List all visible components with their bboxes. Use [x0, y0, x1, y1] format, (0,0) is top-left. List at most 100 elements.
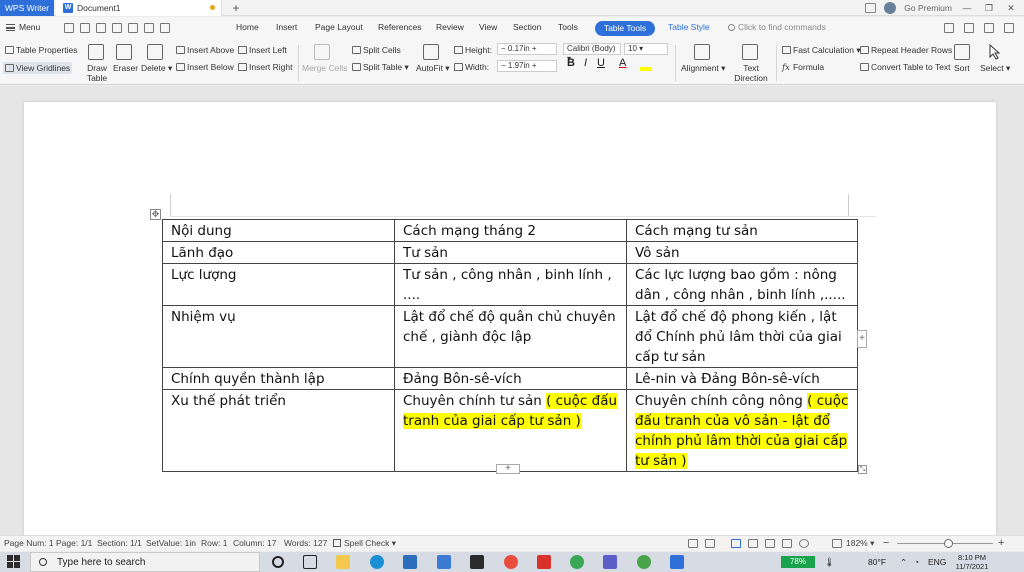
taskbar-search-input[interactable]: Type here to search	[30, 552, 260, 572]
network-icon[interactable]: ◔	[914, 552, 919, 572]
print-icon[interactable]	[112, 23, 122, 33]
clock[interactable]: 8:10 PM 11/7/2021	[949, 553, 995, 571]
height-stepper[interactable]: − 0.17in +	[497, 43, 557, 55]
cloud-icon[interactable]	[944, 23, 954, 33]
go-premium-button[interactable]: Go Premium	[904, 3, 952, 13]
eraser-label[interactable]: Eraser	[113, 63, 138, 73]
table-cell[interactable]: Tư sản , công nhân , binh lính , ....	[394, 263, 627, 306]
draw-table-label[interactable]: Draw Table	[86, 63, 108, 83]
add-row-button[interactable]: +	[496, 464, 520, 474]
italic-button[interactable]: I	[584, 57, 587, 69]
sort-icon[interactable]	[954, 44, 970, 60]
reading-mode-icon[interactable]	[705, 539, 715, 548]
table-cell[interactable]: Lực lượng	[162, 263, 395, 306]
close-button[interactable]: ✕	[1004, 3, 1018, 14]
spell-check-button[interactable]: Spell Check ▾	[333, 536, 396, 551]
undo-icon[interactable]	[144, 23, 154, 33]
find-commands-search[interactable]: Click to find commands	[728, 22, 826, 32]
tray-chevron-icon[interactable]: ⌃	[900, 552, 907, 572]
tab-home[interactable]: Home	[236, 22, 259, 32]
print-layout-icon[interactable]	[731, 539, 741, 548]
document-tab[interactable]: W Document1	[56, 0, 222, 16]
formula-button[interactable]: fx Formula	[782, 62, 824, 73]
cursor-select-icon[interactable]	[988, 43, 1004, 60]
minimize-button[interactable]: —	[960, 3, 974, 13]
redo-icon[interactable]	[160, 23, 170, 33]
language-indicator[interactable]: ENG	[928, 552, 946, 572]
share-icon[interactable]	[964, 23, 974, 33]
menu-button[interactable]: Menu	[6, 22, 40, 32]
autofit-icon[interactable]	[423, 44, 439, 60]
table-cell[interactable]: Tư sản	[394, 241, 627, 264]
layout-icon[interactable]	[865, 3, 877, 13]
table-properties-button[interactable]: Table Properties	[5, 45, 77, 55]
split-table-button[interactable]: Split Table ▾	[352, 62, 409, 73]
tab-table-tools[interactable]: Table Tools	[595, 21, 655, 36]
alignment-button[interactable]: Alignment ▾	[681, 63, 725, 74]
table-cell[interactable]: Chính quyền thành lập	[162, 367, 395, 390]
width-stepper[interactable]: − 1.97in +	[497, 60, 557, 72]
repeat-header-rows-button[interactable]: Repeat Header Rows	[860, 45, 952, 55]
media-icon[interactable]	[470, 555, 484, 569]
text-direction-icon[interactable]	[742, 44, 758, 60]
edge-icon[interactable]	[370, 555, 384, 569]
temperature[interactable]: 80°F	[868, 552, 886, 572]
bold-button[interactable]: B	[567, 57, 575, 69]
chrome-icon[interactable]	[570, 555, 584, 569]
zoom-in-button[interactable]: +	[998, 536, 1004, 551]
save-icon[interactable]	[80, 23, 90, 33]
font-color-button[interactable]: A	[619, 57, 626, 69]
tab-page-layout[interactable]: Page Layout	[315, 22, 363, 32]
convert-table-to-text-button[interactable]: Convert Table to Text	[860, 62, 951, 72]
text-direction-button[interactable]: Text Direction	[730, 63, 772, 83]
eraser-icon[interactable]	[116, 44, 132, 60]
app-name-badge[interactable]: WPS Writer	[0, 0, 54, 16]
alignment-icon[interactable]	[694, 44, 710, 60]
app-green-icon[interactable]	[637, 555, 651, 569]
zoom-level[interactable]: 182% ▾	[846, 536, 874, 551]
eye-protection-icon[interactable]	[799, 539, 809, 548]
tab-tools[interactable]: Tools	[558, 22, 578, 32]
task-view-icon[interactable]	[303, 555, 317, 569]
teams-icon[interactable]	[603, 555, 617, 569]
split-cells-button[interactable]: Split Cells	[352, 45, 401, 55]
tab-insert[interactable]: Insert	[276, 22, 297, 32]
app-l-icon[interactable]	[403, 555, 417, 569]
tab-table-style[interactable]: Table Style	[668, 22, 710, 32]
table-cell[interactable]: Chuyên chính công nông ( cuộc đấu tranh …	[626, 389, 858, 472]
restore-button[interactable]: ❐	[982, 3, 996, 14]
draw-table-icon[interactable]	[88, 44, 104, 60]
avatar[interactable]	[884, 2, 897, 14]
table-move-handle-icon[interactable]: ✥	[150, 209, 161, 220]
preview-icon[interactable]	[128, 23, 138, 33]
document-area[interactable]: ✥ Nội dung Cách mạng tháng 2 Cách mạng tư …	[0, 86, 1024, 535]
zoom-out-button[interactable]: −	[883, 536, 889, 551]
open-icon[interactable]	[64, 23, 74, 33]
web-layout-icon[interactable]	[748, 539, 758, 548]
tray-icons[interactable]: 🌡	[824, 552, 835, 572]
sort-button[interactable]: Sort	[954, 63, 970, 73]
more-icon[interactable]	[1004, 23, 1014, 33]
insert-left-button[interactable]: Insert Left	[238, 45, 287, 55]
add-column-button[interactable]: +	[857, 330, 867, 348]
table-cell[interactable]: Chuyên chính tư sản ( cuộc đấu tranh của…	[394, 389, 627, 472]
table-cell[interactable]: Cách mạng tháng 2	[394, 219, 627, 242]
focus-mode-icon[interactable]	[688, 539, 698, 548]
content-table[interactable]: Nội dung Cách mạng tháng 2 Cách mạng tư sả…	[162, 219, 858, 472]
wps-icon[interactable]	[504, 555, 518, 569]
font-size-select[interactable]: 10 ▾	[624, 43, 668, 55]
table-cell[interactable]: Các lực lượng bao gồm : nông dân , công …	[626, 263, 858, 306]
table-cell[interactable]: Đảng Bôn-sê-vích	[394, 367, 627, 390]
merge-cells-button[interactable]: Merge Cells	[302, 63, 347, 73]
font-name-select[interactable]: Calibri (Body) ▾	[563, 43, 621, 63]
battery-indicator[interactable]: 78%	[781, 556, 815, 568]
view-gridlines-button[interactable]: View Gridlines	[3, 62, 73, 74]
export-icon[interactable]	[96, 23, 106, 33]
underline-button[interactable]: U	[597, 57, 605, 69]
mail-icon[interactable]	[437, 555, 451, 569]
table-cell[interactable]: Cách mạng tư sản	[626, 219, 858, 242]
new-tab-button[interactable]: +	[229, 0, 243, 16]
delete-table-icon[interactable]	[147, 44, 163, 60]
wps-pdf-icon[interactable]	[537, 555, 551, 569]
table-cell[interactable]: Nhiệm vụ	[162, 305, 395, 368]
